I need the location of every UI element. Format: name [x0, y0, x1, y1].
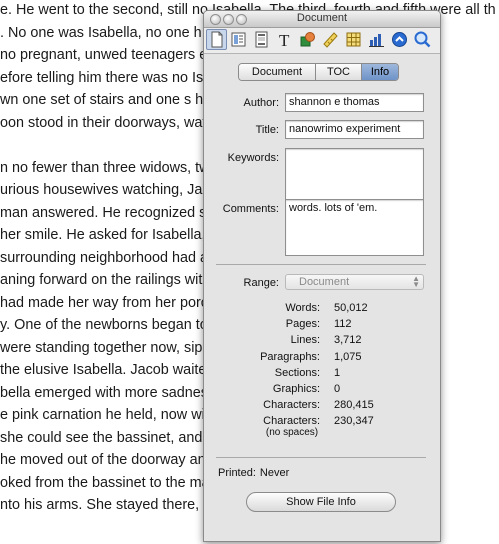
printed-status: Printed: Never	[218, 467, 289, 479]
comments-label: Comments:	[222, 203, 279, 215]
title-field[interactable]: nanowrimo experiment	[285, 120, 424, 139]
stat-sub-label: (no spaces)	[265, 427, 319, 439]
stat-label: Sections:	[274, 366, 320, 379]
title-label: Title:	[255, 124, 279, 136]
popup-arrows-icon: ▲ ▼	[412, 274, 420, 289]
stat-value: 0	[334, 383, 341, 395]
comments-field[interactable]: words. lots of 'em.	[285, 199, 424, 256]
stat-label: Characters:	[263, 399, 320, 412]
range-label: Range:	[243, 277, 279, 289]
ruler-icon[interactable]	[321, 30, 340, 49]
tab-info[interactable]: Info	[362, 64, 398, 80]
stat-label: Paragraphs:	[260, 350, 320, 363]
stat-value: 50,012	[334, 302, 368, 314]
author-field[interactable]: shannon e thomas	[285, 93, 424, 112]
printed-value: Never	[259, 467, 290, 479]
stat-value: 230,347	[334, 415, 374, 428]
table-icon[interactable]	[344, 30, 363, 49]
document-icon[interactable]	[206, 29, 227, 50]
keywords-field[interactable]	[285, 148, 424, 200]
stat-label: Characters:	[263, 415, 320, 428]
document-inspector-window: Document T Document TOC Info Author: sha…	[203, 10, 441, 542]
shapes-icon[interactable]	[298, 30, 317, 49]
tab-document[interactable]: Document	[239, 64, 316, 80]
stat-value: 1,075	[334, 350, 362, 363]
range-value: Document	[299, 276, 350, 288]
keywords-label: Keywords:	[227, 152, 279, 164]
link-icon[interactable]	[390, 30, 409, 49]
text-line: her smile. He asked for Isabella, a	[0, 227, 218, 243]
text-line: the elusive Isabella. Jacob waited.	[0, 362, 219, 378]
stat-label: Lines:	[290, 334, 320, 347]
divider	[216, 457, 426, 458]
text-icon[interactable]: T	[275, 30, 294, 49]
author-label: Author:	[243, 97, 279, 109]
header-footer-icon[interactable]	[252, 30, 271, 49]
inspector-toolbar: T	[204, 28, 440, 54]
zoom-icon[interactable]	[413, 30, 432, 49]
stat-label: Words:	[285, 302, 320, 314]
layout-icon[interactable]	[229, 30, 248, 49]
stat-value: 280,415	[334, 399, 374, 412]
window-title: Document	[296, 12, 348, 24]
show-file-info-button[interactable]: Show File Info	[246, 492, 396, 512]
title-bar[interactable]: Document	[204, 11, 440, 28]
chart-icon[interactable]	[367, 30, 386, 49]
stat-label: Pages:	[285, 318, 320, 331]
text-line: nto his arms. She stayed there, th	[0, 497, 216, 513]
stat-value: 112	[334, 318, 352, 331]
stat-label: Graphics:	[272, 383, 320, 395]
printed-label: Printed:	[218, 467, 256, 479]
svg-text:T: T	[279, 31, 290, 49]
stat-value: 1	[334, 366, 341, 379]
inspector-tab-bar: Document TOC Info	[238, 63, 399, 81]
stat-value: 3,712	[334, 334, 362, 347]
tab-toc[interactable]: TOC	[316, 64, 362, 80]
divider	[216, 264, 426, 265]
range-popup[interactable]: Document ▲ ▼	[285, 274, 424, 290]
